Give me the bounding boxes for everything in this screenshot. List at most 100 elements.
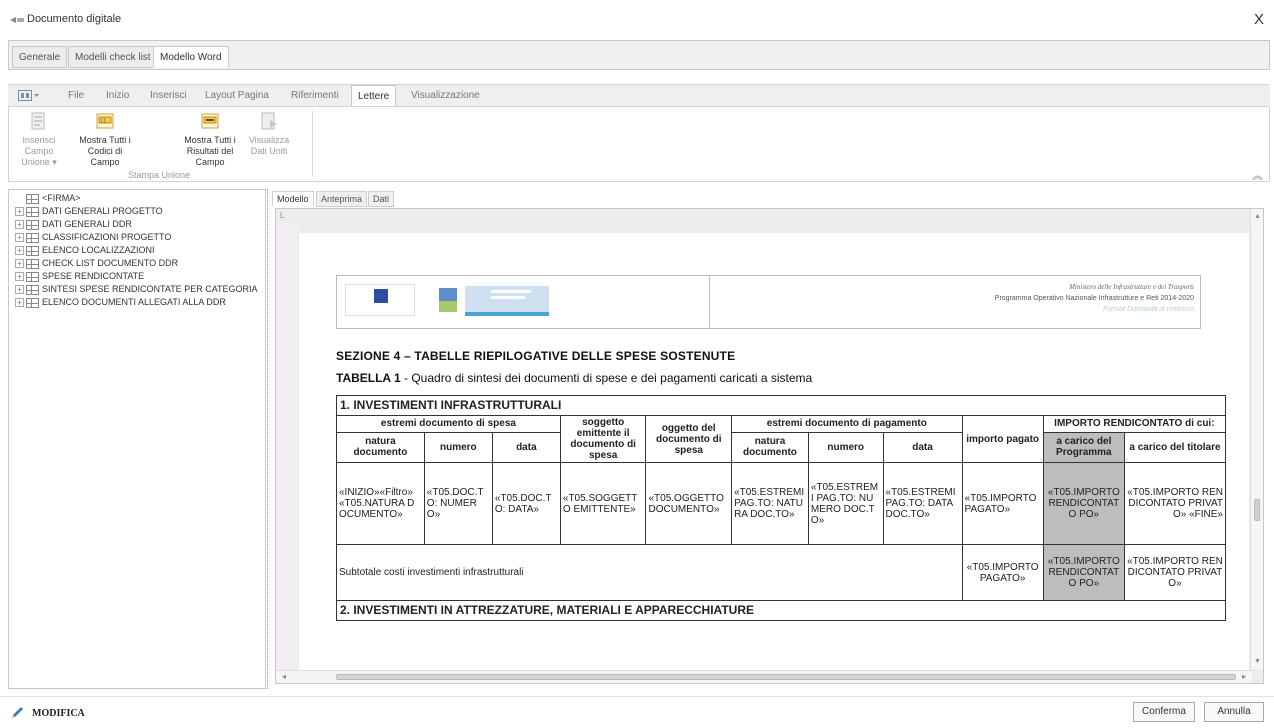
show-field-codes-label: Mostra Tutti i Codici di Campo: [79, 135, 131, 167]
show-field-codes-button[interactable]: { } Mostra Tutti i Codici di Campo: [75, 111, 135, 168]
horizontal-scrollbar[interactable]: ◂ ▸: [276, 670, 1252, 683]
table-icon: [26, 258, 39, 269]
table-row: «INIZIO»«Filtro» «T05.NATURA DOCUMENTO» …: [336, 462, 1227, 545]
collapse-ribbon-icon[interactable]: ︽: [1252, 167, 1263, 183]
scroll-down-icon[interactable]: ▼: [1254, 658, 1261, 665]
subtotal-importo: «T05.IMPORTO PAGATO»: [961, 544, 1044, 601]
subheader-natura: natura documento: [336, 431, 425, 464]
eu-logo: [345, 284, 415, 316]
document-icon: [10, 17, 24, 23]
expand-icon[interactable]: +: [15, 272, 24, 282]
tree-item-label: ELENCO LOCALIZZAZIONI: [42, 245, 155, 255]
cell-numero-pag: «T05.ESTREMI PAG.TO: NUMERO DOC.TO»: [807, 462, 884, 545]
insert-merge-field-button[interactable]: Inserisci Campo Unione ▾: [9, 111, 69, 168]
scroll-up-icon[interactable]: ▲: [1254, 213, 1261, 220]
panel-splitter[interactable]: [267, 189, 269, 689]
tab-modello-word[interactable]: Modello Word: [153, 46, 229, 68]
tree-item-elenco-documenti-allegati[interactable]: + ELENCO DOCUMENTI ALLEGATI ALLA DDR: [15, 297, 226, 308]
subheader-carico-titolare: a carico del titolare: [1123, 431, 1227, 464]
header-divider: [709, 276, 710, 328]
tree-item-sintesi-spese[interactable]: + SINTESI SPESE RENDICONTATE PER CATEGORI…: [15, 284, 258, 295]
subtotal-rendicontato-privato: «T05.IMPORTO RENDICONTATO PRIVATO»: [1123, 544, 1227, 601]
title-bar: Documento digitale X: [0, 0, 1274, 40]
view-merged-data-button[interactable]: Visualizza Dati Uniti: [245, 111, 293, 157]
ribbon-tab-inserisci[interactable]: Inserisci: [144, 85, 193, 107]
ribbon-tab-lettere[interactable]: Lettere: [351, 85, 397, 107]
view-merged-data-label: Visualizza Dati Uniti: [248, 135, 290, 156]
confirm-button[interactable]: Conferma: [1133, 702, 1195, 722]
tab-modelli-check-list[interactable]: Modelli check list: [68, 46, 158, 68]
status-bar: MODIFICA Conferma Annulla: [0, 696, 1274, 728]
subheader-numero: numero: [423, 431, 493, 464]
tree-item-label: SPESE RENDICONTATE: [42, 271, 145, 281]
field-results-icon: [201, 113, 219, 129]
expand-icon[interactable]: +: [15, 259, 24, 269]
document-page[interactable]: Ministero delle Infrastrutture e dei Tra…: [299, 233, 1249, 673]
view-data-icon: [261, 112, 277, 130]
ribbon-tab-riferimenti[interactable]: Riferimenti: [285, 85, 345, 107]
svg-text:{ }: { }: [101, 118, 106, 124]
subheader-natura-pag: natura documento: [731, 431, 809, 464]
cell-numero: «T05.DOC.TO: NUMERO»: [423, 462, 493, 545]
cell-natura: «INIZIO»«Filtro» «T05.NATURA DOCUMENTO»: [336, 462, 425, 545]
scroll-left-icon[interactable]: ◂: [282, 672, 286, 681]
expenses-table: 1. INVESTIMENTI INFRASTRUTTURALI estremi…: [336, 395, 1227, 621]
tree-item-label: <FIRMA>: [42, 193, 81, 203]
header-soggetto: soggetto emittente il documento di spesa: [559, 415, 647, 463]
expand-icon[interactable]: +: [15, 220, 24, 230]
ribbon-tab-file[interactable]: File: [62, 85, 90, 107]
header-oggetto: oggetto del documento di spesa: [645, 415, 733, 463]
ribbon-panel: Inserisci Campo Unione ▾ { } Mostra Tutt…: [8, 106, 1270, 182]
ribbon-tab-layout-pagina[interactable]: Layout Pagina: [199, 85, 275, 107]
header-estremi-pagamento: estremi documento di pagamento: [731, 415, 963, 433]
tab-modello[interactable]: Modello: [272, 191, 314, 207]
table-title-number: TABELLA 1: [336, 371, 401, 385]
table-icon: [26, 232, 39, 243]
ribbon-tab-bar: File Inizio Inserisci Layout Pagina Rife…: [8, 84, 1270, 108]
document-editor[interactable]: L Ministero delle Infrastrutture e dei T…: [275, 208, 1264, 684]
expand-icon[interactable]: +: [15, 298, 24, 308]
tab-generale[interactable]: Generale: [12, 46, 68, 68]
subheader-numero-pag: numero: [807, 431, 884, 464]
tree-item-check-list-documento-ddr[interactable]: + CHECK LIST DOCUMENTO DDR: [15, 258, 178, 269]
document-window: Documento digitale X Generale Modelli ch…: [0, 0, 1274, 728]
pencil-icon: [12, 707, 23, 718]
ribbon-group-separator: [312, 111, 313, 177]
tree-item-dati-generali-ddr[interactable]: + DATI GENERALI DDR: [15, 219, 132, 230]
subtotal-rendicontato-po: «T05.IMPORTO RENDICONTATO PO»: [1042, 544, 1125, 601]
cell-importo: «T05.IMPORTO PAGATO»: [961, 462, 1044, 545]
tab-dati[interactable]: Dati: [368, 191, 395, 207]
table-icon: [26, 206, 39, 217]
horizontal-scroll-thumb[interactable]: [336, 674, 1236, 680]
tree-item-label: CHECK LIST DOCUMENTO DDR: [42, 258, 179, 268]
header-format: Format Domanda di rimborso: [1102, 306, 1194, 313]
expand-icon[interactable]: +: [15, 233, 24, 243]
cancel-button[interactable]: Annulla: [1204, 702, 1264, 722]
header-programme: Programma Operativo Nazionale Infrastrut…: [994, 295, 1194, 302]
table-icon: [26, 297, 39, 308]
show-field-results-button[interactable]: Mostra Tutti i Risultati del Campo: [175, 111, 245, 168]
expand-icon[interactable]: +: [15, 207, 24, 217]
close-button[interactable]: X: [1254, 11, 1264, 28]
expand-icon[interactable]: +: [15, 246, 24, 256]
cell-oggetto: «T05.OGGETTO DOCUMENTO»: [645, 462, 733, 545]
tree-item-elenco-localizzazioni[interactable]: + ELENCO LOCALIZZAZIONI: [15, 245, 155, 256]
vertical-scroll-thumb[interactable]: [1254, 499, 1260, 521]
scroll-right-icon[interactable]: ▸: [1242, 672, 1246, 681]
ribbon-tab-visualizzazione[interactable]: Visualizzazione: [405, 85, 486, 107]
tree-item-classificazioni-progetto[interactable]: + CLASSIFICAZIONI PROGETTO: [15, 232, 171, 243]
ribbon-menu-button[interactable]: [14, 86, 44, 108]
window-title: Documento digitale: [27, 13, 122, 25]
expand-icon[interactable]: +: [15, 285, 24, 295]
tree-item-dati-generali-progetto[interactable]: + DATI GENERALI PROGETTO: [15, 206, 163, 217]
field-tree: <FIRMA> + DATI GENERALI PROGETTO + DATI GE…: [8, 189, 266, 689]
table-icon: [26, 271, 39, 282]
ribbon-tab-inizio[interactable]: Inizio: [100, 85, 135, 107]
tree-item-firma[interactable]: <FIRMA>: [15, 193, 81, 204]
vertical-scrollbar[interactable]: ▲ ▼: [1250, 209, 1263, 669]
tree-item-label: SINTESI SPESE RENDICONTATE PER CATEGORIA: [42, 284, 258, 294]
subtotal-row: Subtotale costi investimenti infrastrutt…: [336, 544, 1227, 601]
tab-stop-selector[interactable]: L: [280, 211, 284, 220]
tab-anteprima[interactable]: Anteprima: [316, 191, 368, 207]
tree-item-spese-rendicontate[interactable]: + SPESE RENDICONTATE: [15, 271, 144, 282]
